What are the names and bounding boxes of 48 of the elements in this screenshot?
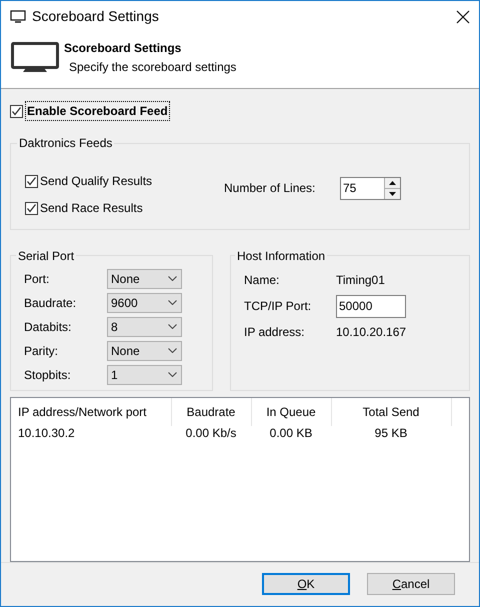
- field-label: TCP/IP Port:: [244, 298, 312, 315]
- monitor-icon: [11, 42, 59, 74]
- field-label: IP address:: [244, 324, 306, 341]
- table-cell: 0.00 KB: [251, 426, 331, 441]
- field-label: Number of Lines:: [224, 180, 316, 197]
- checkbox[interactable]: [25, 174, 38, 188]
- column-header[interactable]: IP address/Network port: [11, 398, 171, 426]
- dropdown[interactable]: None: [107, 340, 182, 361]
- chevron-down-icon: [168, 276, 177, 282]
- table-cell: 10.10.30.2: [11, 426, 171, 441]
- table-cell: 95 KB: [331, 426, 451, 441]
- dialog-button[interactable]: OK: [262, 572, 350, 595]
- checkbox-label[interactable]: Enable Scoreboard Feed: [25, 101, 170, 121]
- checkbox-label[interactable]: Send Race Results: [40, 199, 143, 217]
- dropdown[interactable]: 1: [107, 364, 182, 385]
- field-label: Name:: [244, 272, 280, 289]
- header-title: Scoreboard Settings: [64, 40, 182, 57]
- dropdown[interactable]: 9600: [107, 292, 182, 313]
- field-label: Databits:: [24, 318, 72, 336]
- field-label: Parity:: [24, 342, 60, 360]
- field-value: Timing01: [336, 272, 386, 290]
- chevron-down-icon: [168, 372, 177, 378]
- group-title: Serial Port: [17, 248, 76, 265]
- chevron-down-icon: [168, 300, 177, 306]
- group-title: Host Information: [236, 248, 326, 265]
- column-header[interactable]: Baudrate: [171, 398, 251, 426]
- field-value: 10.10.20.167: [336, 324, 406, 342]
- field-label: Port:: [24, 270, 50, 288]
- checkbox[interactable]: [25, 202, 38, 214]
- group-title: Daktronics Feeds: [18, 135, 114, 152]
- input-field[interactable]: 50000: [336, 294, 406, 318]
- dropdown[interactable]: 8: [107, 316, 182, 337]
- field-label: Stopbits:: [24, 366, 72, 384]
- monitor-icon: [10, 10, 26, 23]
- checkbox[interactable]: [10, 104, 23, 118]
- window-title: Scoreboard Settings: [32, 7, 159, 26]
- chevron-down-icon: [168, 324, 177, 330]
- table-cell: 0.00 Kb/s: [171, 426, 251, 441]
- number-spinner[interactable]: 75: [340, 176, 401, 200]
- close-button[interactable]: [455, 8, 471, 24]
- field-label: Baudrate:: [24, 294, 78, 312]
- header-subtitle: Specify the scoreboard settings: [69, 59, 236, 76]
- checkbox-label[interactable]: Send Qualify Results: [40, 172, 152, 190]
- column-header[interactable]: In Queue: [251, 398, 331, 426]
- column-header[interactable]: Total Send: [331, 398, 451, 426]
- dialog-button[interactable]: Cancel: [367, 572, 455, 595]
- chevron-down-icon: [168, 348, 177, 354]
- dropdown[interactable]: None: [107, 268, 182, 289]
